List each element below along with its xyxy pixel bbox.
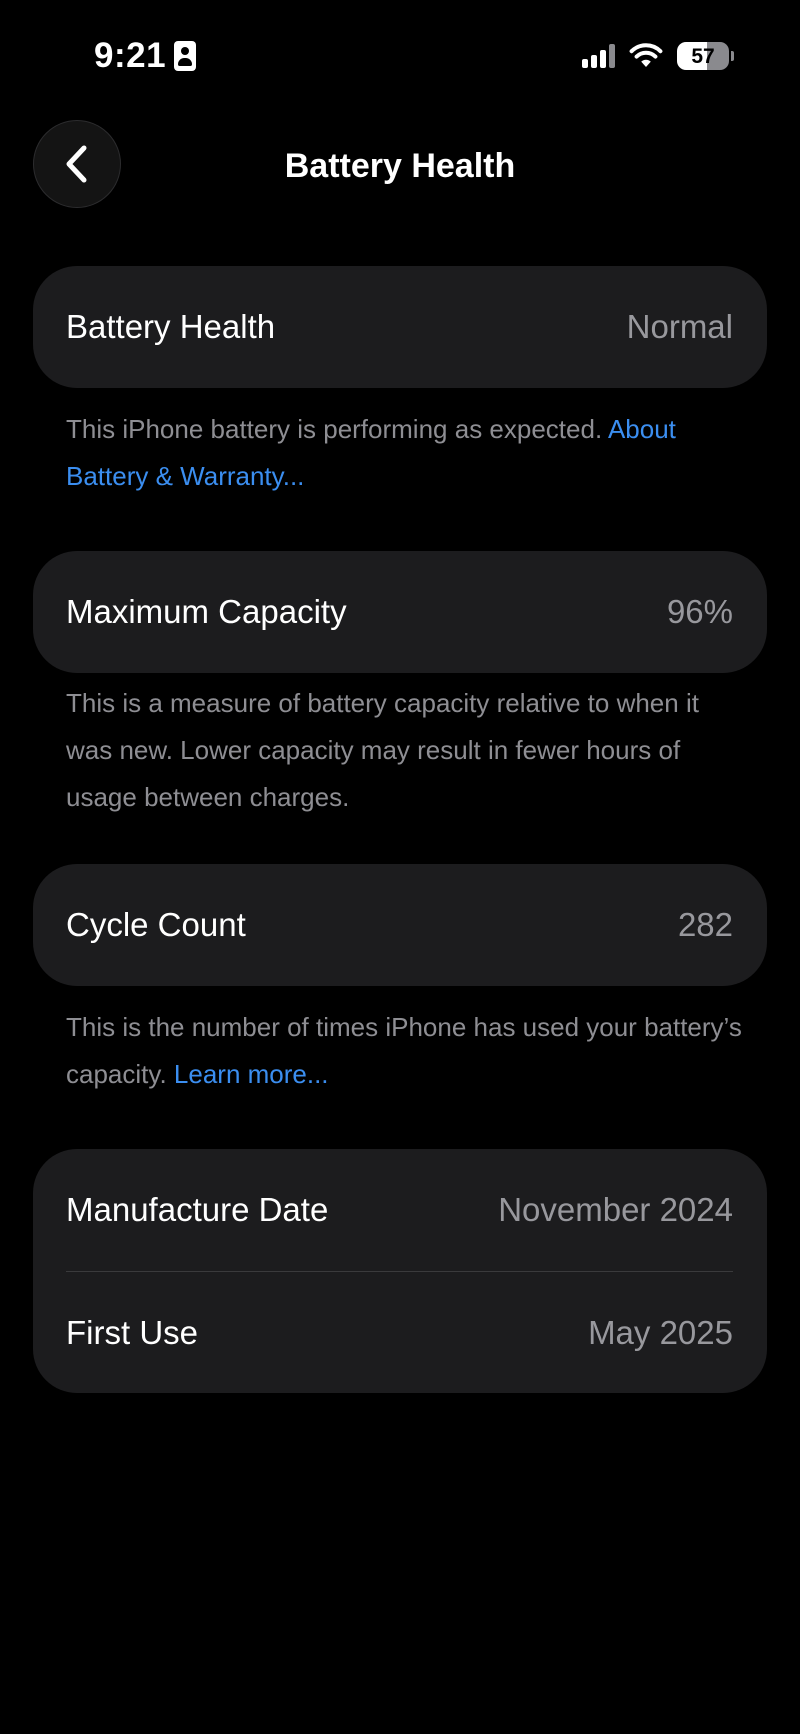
learn-more-link[interactable]: Learn more... [174, 1059, 329, 1089]
battery-health-footnote-text: This iPhone battery is performing as exp… [66, 414, 608, 444]
cycle-count-value: 282 [677, 906, 733, 943]
cycle-count-card: Cycle Count 282 [33, 864, 767, 986]
page-title: Battery Health [284, 147, 516, 185]
maximum-capacity-footnote: This is a measure of battery capacity re… [66, 680, 746, 821]
maximum-capacity-value: 96% [666, 593, 733, 630]
maximum-capacity-label: Maximum Capacity [66, 593, 347, 630]
battery-body: 57 [677, 42, 729, 70]
wifi-icon [629, 43, 663, 69]
status-time-group: 9:21 [94, 36, 197, 75]
manufacture-date-value: November 2024 [498, 1191, 733, 1228]
first-use-label: First Use [66, 1313, 198, 1351]
battery-health-value: Normal [626, 308, 733, 345]
first-use-value: May 2025 [588, 1313, 733, 1351]
cycle-count-footnote: This is the number of times iPhone has u… [66, 1004, 746, 1098]
dates-card: Manufacture Date November 2024 First Use… [33, 1149, 767, 1393]
cycle-count-footnote-text: This is the number of times iPhone has u… [66, 1012, 742, 1089]
cycle-count-label: Cycle Count [66, 906, 246, 943]
maximum-capacity-footnote-text: This is a measure of battery capacity re… [66, 688, 699, 812]
cellular-signal-icon [582, 44, 615, 68]
battery-health-card: Battery Health Normal [33, 266, 767, 388]
manufacture-date-label: Manufacture Date [66, 1191, 329, 1228]
battery-health-label: Battery Health [66, 308, 276, 345]
status-time: 9:21 [94, 36, 167, 75]
battery-health-row: Battery Health Normal [33, 266, 767, 388]
id-card-icon [174, 40, 197, 71]
battery-icon: 57 [677, 42, 734, 70]
battery-health-footnote: This iPhone battery is performing as exp… [66, 406, 746, 500]
maximum-capacity-card: Maximum Capacity 96% [33, 551, 767, 673]
first-use-row: First Use May 2025 [33, 1272, 767, 1393]
manufacture-date-row: Manufacture Date November 2024 [33, 1149, 767, 1271]
status-indicators: 57 [582, 42, 734, 70]
cycle-count-row: Cycle Count 282 [33, 864, 767, 986]
battery-cap [731, 51, 734, 61]
battery-level: 57 [691, 44, 715, 68]
maximum-capacity-row: Maximum Capacity 96% [33, 551, 767, 673]
status-bar: 9:21 57 [0, 0, 800, 110]
